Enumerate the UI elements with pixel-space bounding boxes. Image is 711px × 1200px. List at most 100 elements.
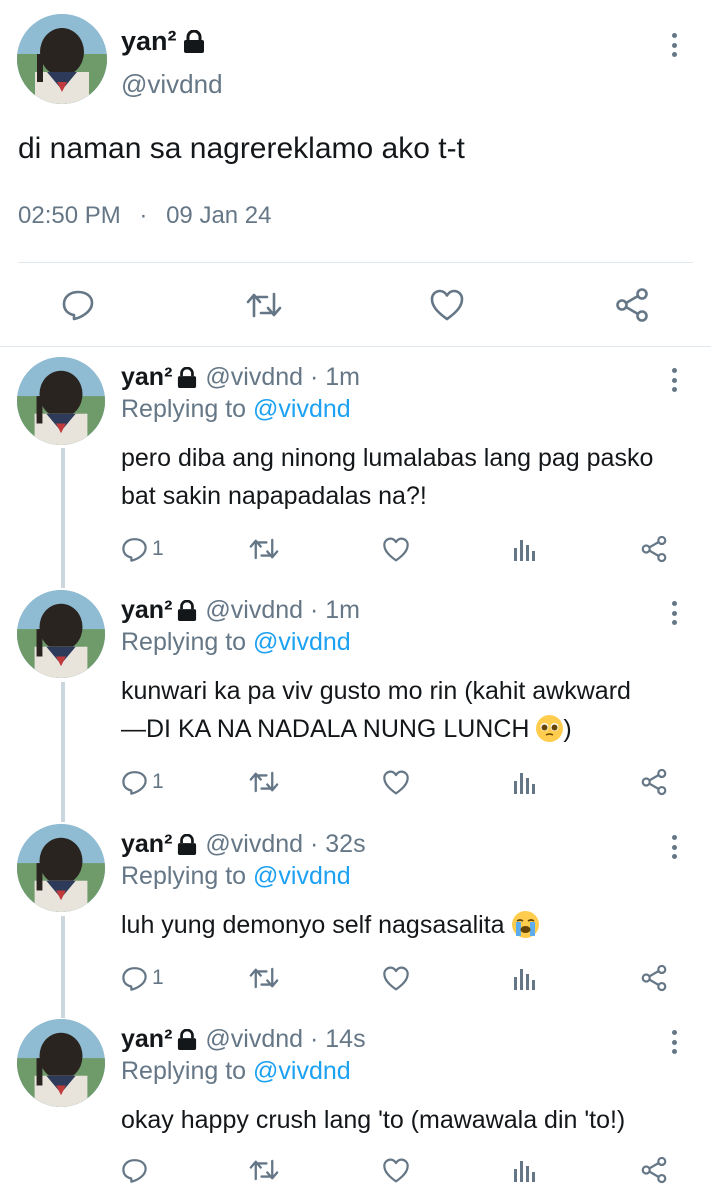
- reply-actions: 1: [0, 532, 711, 566]
- like-button[interactable]: [382, 961, 410, 995]
- comment-icon: [122, 770, 147, 795]
- replying-to-link[interactable]: @vivdnd: [253, 628, 351, 656]
- replying-to: Replying to @vivdnd: [121, 1057, 351, 1086]
- retweet-button[interactable]: [248, 961, 280, 995]
- replying-prefix: Replying to: [121, 862, 247, 890]
- reply-header: yan² @vivdnd · 1m: [121, 363, 360, 392]
- reply-button[interactable]: 1: [121, 961, 164, 995]
- reply-text-line: ): [563, 715, 572, 743]
- display-name-text[interactable]: yan²: [121, 363, 172, 392]
- reply-count: 1: [152, 537, 164, 560]
- lock-icon: [183, 29, 204, 53]
- display-name-text[interactable]: yan²: [121, 596, 172, 625]
- share-icon: [616, 288, 648, 322]
- more-vertical-icon[interactable]: [664, 598, 684, 628]
- display-name[interactable]: yan²: [121, 830, 197, 859]
- loudly-crying-face-emoji: [511, 911, 539, 938]
- reply-button[interactable]: [121, 1153, 152, 1187]
- share-button[interactable]: [640, 765, 668, 799]
- reply-actions: 1: [0, 961, 711, 995]
- thread-line: [61, 448, 65, 588]
- reply-header: yan² @vivdnd · 32s: [121, 830, 366, 859]
- reply-actions: [0, 1153, 711, 1187]
- analytics-icon: [514, 969, 535, 990]
- reply-count: 1: [152, 770, 164, 793]
- analytics-icon: [514, 773, 535, 794]
- replying-to-link[interactable]: @vivdnd: [253, 862, 351, 890]
- retweet-icon: [249, 538, 279, 560]
- tweet-timestamp: 02:50 PM · 09 Jan 24: [18, 202, 272, 230]
- reply-text: luh yung demonyo self nagsasalita: [121, 906, 691, 944]
- lock-icon: [178, 833, 197, 855]
- tweet-actions: [0, 280, 711, 330]
- avatar[interactable]: [17, 14, 107, 104]
- like-button[interactable]: [422, 280, 472, 330]
- share-button[interactable]: [640, 1153, 668, 1187]
- more-vertical-icon[interactable]: [664, 30, 684, 60]
- analytics-icon: [514, 540, 535, 561]
- share-icon: [641, 1156, 667, 1184]
- display-name-text[interactable]: yan²: [121, 1025, 172, 1054]
- meta-separator: ·: [139, 202, 148, 229]
- analytics-button[interactable]: [513, 765, 537, 799]
- analytics-button[interactable]: [513, 532, 537, 566]
- handle-time: @vivdnd · 1m: [205, 596, 360, 624]
- analytics-button[interactable]: [513, 1153, 537, 1187]
- comment-icon: [122, 1158, 147, 1183]
- share-button[interactable]: [640, 532, 668, 566]
- handle[interactable]: @vivdnd: [121, 69, 223, 100]
- reply-button[interactable]: 1: [121, 532, 164, 566]
- reply-button[interactable]: [53, 280, 103, 330]
- display-name[interactable]: yan²: [121, 363, 197, 392]
- divider: [0, 346, 711, 347]
- retweet-icon: [246, 292, 282, 318]
- replying-prefix: Replying to: [121, 395, 247, 423]
- lock-icon: [178, 1028, 197, 1050]
- retweet-icon: [249, 771, 279, 793]
- comment-icon: [62, 290, 94, 321]
- avatar[interactable]: [17, 357, 105, 445]
- avatar[interactable]: [17, 824, 105, 912]
- retweet-button[interactable]: [248, 1153, 280, 1187]
- heart-icon: [383, 537, 409, 561]
- more-vertical-icon[interactable]: [664, 832, 684, 862]
- replying-to-link[interactable]: @vivdnd: [253, 395, 351, 423]
- analytics-button[interactable]: [513, 961, 537, 995]
- more-vertical-icon[interactable]: [664, 1027, 684, 1057]
- reply-text-line-2: —DI KA NA NADALA NUNG LUNCH ): [121, 710, 691, 748]
- reply-text-line: kunwari ka pa viv gusto mo rin (kahit aw…: [121, 677, 631, 705]
- display-name-text[interactable]: yan²: [121, 830, 172, 859]
- display-name[interactable]: yan²: [121, 1025, 197, 1054]
- retweet-icon: [249, 1159, 279, 1181]
- display-name-text[interactable]: yan²: [121, 26, 177, 57]
- tweet-text: di naman sa nagrereklamo ako t-t: [18, 132, 465, 165]
- like-button[interactable]: [382, 765, 410, 799]
- display-name[interactable]: yan²: [121, 596, 197, 625]
- share-button[interactable]: [640, 961, 668, 995]
- reply-text-line: bat sakin napapadalas na?!: [121, 482, 427, 510]
- display-name[interactable]: yan²: [121, 26, 205, 57]
- share-icon: [641, 964, 667, 992]
- reply-count: 1: [152, 966, 164, 989]
- like-button[interactable]: [382, 532, 410, 566]
- retweet-button[interactable]: [239, 280, 289, 330]
- replying-to: Replying to @vivdnd: [121, 862, 351, 891]
- reply-header: yan² @vivdnd · 14s: [121, 1025, 366, 1054]
- handle-time: @vivdnd · 32s: [205, 830, 366, 858]
- replying-to: Replying to @vivdnd: [121, 628, 351, 657]
- share-button[interactable]: [607, 280, 657, 330]
- more-vertical-icon[interactable]: [664, 365, 684, 395]
- reply-button[interactable]: 1: [121, 765, 164, 799]
- share-icon: [641, 535, 667, 563]
- replying-to-link[interactable]: @vivdnd: [253, 1057, 351, 1085]
- replying-prefix: Replying to: [121, 628, 247, 656]
- divider: [18, 262, 693, 263]
- retweet-button[interactable]: [248, 532, 280, 566]
- avatar[interactable]: [17, 590, 105, 678]
- lock-icon: [178, 366, 197, 388]
- comment-icon: [122, 537, 147, 562]
- avatar[interactable]: [17, 1019, 105, 1107]
- retweet-button[interactable]: [248, 765, 280, 799]
- like-button[interactable]: [382, 1153, 410, 1187]
- reply-text-line: pero diba ang ninong lumalabas lang pag …: [121, 444, 654, 472]
